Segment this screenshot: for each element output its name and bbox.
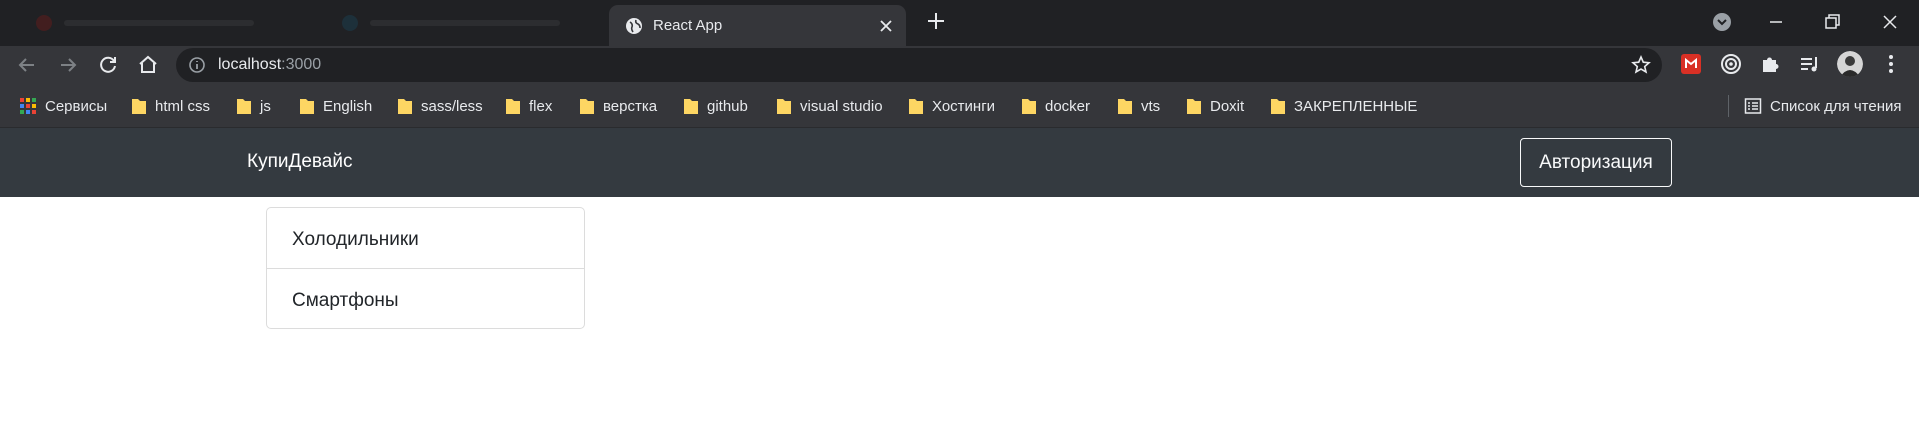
- minimize-icon[interactable]: [1762, 8, 1790, 36]
- bookmark-folder[interactable]: sass/less: [397, 94, 483, 118]
- bookmark-folder[interactable]: github: [683, 94, 748, 118]
- bookmark-folder[interactable]: верстка: [579, 94, 657, 118]
- bookmark-folder[interactable]: ЗАКРЕПЛЕННЫЕ: [1270, 94, 1417, 118]
- tab-title-blurred: [370, 20, 560, 26]
- bookmark-label: English: [323, 97, 373, 115]
- reload-icon[interactable]: [95, 52, 121, 78]
- close-tab-icon[interactable]: [876, 16, 896, 36]
- apps-grid-icon: [20, 98, 36, 114]
- close-window-icon[interactable]: [1876, 8, 1904, 36]
- url-text[interactable]: localhost:3000: [218, 56, 321, 74]
- restore-window-icon[interactable]: [1818, 8, 1846, 36]
- info-icon[interactable]: [188, 56, 206, 74]
- tab-title-blurred: [64, 20, 254, 26]
- bookmark-folder[interactable]: Doxit: [1186, 94, 1244, 118]
- folder-icon: [300, 99, 314, 114]
- bookmark-label: js: [260, 97, 271, 115]
- tab-search-icon[interactable]: [1708, 8, 1736, 36]
- bookmark-label: visual studio: [800, 97, 883, 115]
- profile-avatar[interactable]: [1837, 51, 1863, 77]
- forward-arrow-icon[interactable]: [55, 52, 81, 78]
- bookmark-folder[interactable]: vts: [1117, 94, 1160, 118]
- new-tab-icon[interactable]: [924, 9, 948, 33]
- extension-icon[interactable]: [1678, 51, 1704, 77]
- bookmark-folder[interactable]: English: [299, 94, 372, 118]
- globe-icon: [626, 18, 642, 34]
- bookmark-label: github: [707, 97, 748, 115]
- back-arrow-icon[interactable]: [14, 52, 40, 78]
- browser-toolbar: localhost:3000: [0, 46, 1919, 83]
- address-bar[interactable]: localhost:3000: [176, 48, 1662, 82]
- folder-icon: [1271, 99, 1285, 114]
- folder-icon: [684, 99, 698, 114]
- bookmark-label: docker: [1045, 97, 1091, 115]
- background-tab[interactable]: [320, 8, 570, 38]
- bookmark-label: ЗАКРЕПЛЕННЫЕ: [1294, 97, 1418, 115]
- record-extension-icon[interactable]: [1718, 51, 1744, 77]
- bookmark-label: Хостинги: [932, 97, 996, 115]
- media-control-icon[interactable]: [1797, 51, 1823, 77]
- url-host: localhost: [218, 56, 282, 73]
- app-navbar: КупиДевайс Авторизация: [0, 128, 1919, 197]
- bookmarks-bar: Сервисы html css js English sass/less fl…: [0, 83, 1919, 128]
- bookmark-folder[interactable]: docker: [1021, 94, 1090, 118]
- folder-icon: [777, 99, 791, 114]
- bookmark-label: Doxit: [1210, 97, 1245, 115]
- bookmark-label: верстка: [603, 97, 658, 115]
- bookmark-folder[interactable]: visual studio: [776, 94, 883, 118]
- bookmark-folder[interactable]: flex: [505, 94, 552, 118]
- folder-icon: [1187, 99, 1201, 114]
- reading-list-button[interactable]: Список для чтения: [1744, 94, 1902, 118]
- home-icon[interactable]: [135, 52, 161, 78]
- url-port: :3000: [281, 56, 322, 73]
- more-vert-icon[interactable]: [1878, 51, 1904, 77]
- auth-button[interactable]: Авторизация: [1520, 138, 1672, 187]
- bookmark-star-icon[interactable]: [1630, 54, 1652, 76]
- reading-list-icon: [1744, 98, 1762, 114]
- bookmark-services[interactable]: Сервисы: [19, 94, 107, 118]
- list-item[interactable]: Смартфоны: [267, 268, 584, 329]
- tab-title: React App: [653, 17, 723, 34]
- brand-link[interactable]: КупиДевайс: [247, 151, 352, 173]
- bookmark-label: flex: [529, 97, 553, 115]
- puzzle-extensions-icon[interactable]: [1757, 51, 1783, 77]
- active-tab[interactable]: React App: [609, 5, 906, 46]
- folder-icon: [132, 99, 146, 114]
- bookmarks-divider: [1728, 95, 1729, 117]
- bookmark-folder[interactable]: html css: [131, 94, 210, 118]
- folder-icon: [580, 99, 594, 114]
- bookmark-label: html css: [155, 97, 211, 115]
- list-item[interactable]: Холодильники: [267, 208, 584, 268]
- folder-icon: [1118, 99, 1132, 114]
- bookmark-label: Сервисы: [45, 97, 108, 115]
- folder-icon: [506, 99, 520, 114]
- bookmark-label: vts: [1141, 97, 1161, 115]
- type-list: Холодильники Смартфоны: [266, 207, 585, 329]
- folder-icon: [237, 99, 251, 114]
- tab-favicon: [36, 15, 52, 31]
- browser-tab-strip: React App: [0, 0, 1919, 46]
- folder-icon: [398, 99, 412, 114]
- tab-favicon: [342, 15, 358, 31]
- bookmark-label: sass/less: [421, 97, 483, 115]
- folder-icon: [909, 99, 923, 114]
- bookmark-folder[interactable]: Хостинги: [908, 94, 995, 118]
- bookmark-folder[interactable]: js: [236, 94, 271, 118]
- folder-icon: [1022, 99, 1036, 114]
- background-tab[interactable]: [14, 8, 264, 38]
- reading-list-label: Список для чтения: [1770, 97, 1902, 115]
